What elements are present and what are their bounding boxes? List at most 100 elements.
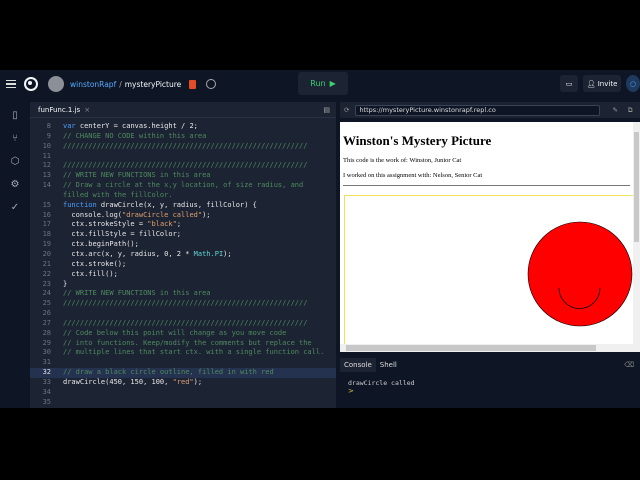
settings-icon[interactable]: ⚙	[11, 179, 20, 190]
line-number: 13	[42, 171, 51, 180]
search-button[interactable]: ○	[626, 75, 640, 92]
code-line[interactable]: 29 // into functions. Keep/modify the com…	[30, 339, 336, 349]
code-line[interactable]: 22 ctx.fill();	[30, 270, 336, 280]
author-text: This code is the work of: Winston, Junio…	[343, 157, 462, 164]
code-line[interactable]: 14 // Draw a circle at the x,y location, …	[30, 181, 336, 191]
code-token: "red"	[172, 377, 194, 386]
code-editor[interactable]: funFunc.1.js × ▤ 8 var centerY = canvas.he…	[30, 102, 336, 408]
line-number: 34	[42, 387, 51, 396]
code-line[interactable]: 11	[30, 152, 336, 162]
replit-logo[interactable]	[24, 77, 38, 91]
code-line[interactable]: filled with the fillColor.	[30, 191, 336, 201]
canvas-svg	[527, 221, 633, 327]
invite-button[interactable]: 👤︎ Invite	[583, 75, 621, 92]
search-icon: ○	[629, 79, 637, 88]
open-new-tab-icon[interactable]: ⧉	[628, 106, 633, 115]
code-token: // WRITE NEW FUNCTIONS in this area	[63, 289, 211, 298]
code-token: ctx.fill();	[63, 269, 118, 278]
code-line[interactable]: 28 // Code below this point will change a…	[30, 329, 336, 339]
webview: Winston's Mystery Picture This code is t…	[340, 122, 640, 352]
code-line[interactable]: 16 console.log("drawCircle called");	[30, 211, 336, 221]
code-token: filled with the fillColor.	[63, 190, 173, 199]
code-token: ;	[176, 220, 182, 229]
code-line[interactable]: 23}	[30, 280, 336, 290]
code-token: ////////////////////////////////////////…	[63, 161, 308, 170]
line-number: 27	[42, 318, 51, 327]
username-link[interactable]: winstonRapf	[70, 80, 116, 89]
console-prompt[interactable]: >	[348, 387, 354, 395]
code-lines[interactable]: 8 var centerY = canvas.height / 2; 9 // CHA…	[30, 122, 336, 407]
repl-name[interactable]: mysteryPicture	[125, 80, 182, 89]
code-line[interactable]: 13 // WRITE NEW FUNCTIONS in this area	[30, 171, 336, 181]
code-line[interactable]: 19 ctx.beginPath();	[30, 240, 336, 250]
clear-console-icon[interactable]: ⌫	[624, 361, 634, 369]
code-token: ////////////////////////////////////////…	[63, 299, 308, 308]
url-field[interactable]: https://mysteryPicture.winstonrapf.repl.…	[355, 104, 601, 116]
packages-icon[interactable]: ⬡	[11, 156, 20, 167]
code-token: );	[202, 210, 211, 219]
code-token: ctx.beginPath();	[63, 240, 139, 249]
refresh-icon[interactable]: ⟳	[344, 106, 349, 114]
console-output: drawCircle called	[348, 379, 415, 387]
line-number: 29	[42, 338, 51, 347]
menu-icon[interactable]	[6, 79, 16, 89]
files-icon[interactable]: ▯	[12, 110, 18, 121]
code-token: centerY = canvas.height / 2;	[75, 122, 198, 130]
code-line[interactable]: 27 //////////////////////////////////////…	[30, 319, 336, 329]
line-number: 35	[42, 397, 51, 406]
line-number: 8	[46, 122, 51, 130]
line-number: 32	[42, 368, 51, 377]
code-line[interactable]: 12 //////////////////////////////////////…	[30, 161, 336, 171]
console-panel: Console Shell ⌫ drawCircle called >	[340, 357, 640, 408]
code-line[interactable]: 31	[30, 358, 336, 368]
code-line[interactable]: 21 ctx.stroke();	[30, 260, 336, 270]
chat-button[interactable]: ▭	[560, 75, 578, 92]
tab-funfunc[interactable]: funFunc.1.js ×	[34, 106, 94, 114]
line-number: 23	[42, 279, 51, 288]
code-token: ctx.fillStyle = fillColor;	[63, 230, 182, 239]
replit-workspace: winstonRapf / mysteryPicture Run ▶ ▭ 👤︎ I…	[0, 70, 640, 408]
code-token: ctx.stroke();	[63, 259, 127, 268]
code-line[interactable]: 25 //////////////////////////////////////…	[30, 299, 336, 309]
code-line[interactable]: 15 function drawCircle(x, y, radius, fill…	[30, 201, 336, 211]
html5-icon	[189, 79, 197, 89]
tab-shell[interactable]: Shell	[376, 358, 401, 372]
code-line[interactable]: 35	[30, 398, 336, 408]
code-line[interactable]: 17 ctx.strokeStyle = "black";	[30, 220, 336, 230]
code-line[interactable]: 10 //////////////////////////////////////…	[30, 142, 336, 152]
version-control-icon[interactable]: ⑂	[12, 133, 18, 144]
code-line[interactable]: 26	[30, 309, 336, 319]
vertical-scrollbar[interactable]	[633, 122, 640, 352]
editor-options-icon[interactable]: ▤	[323, 106, 330, 114]
code-line[interactable]: 8 var centerY = canvas.height / 2;	[30, 122, 336, 132]
line-number: 28	[42, 328, 51, 337]
run-button[interactable]: Run ▶	[298, 72, 348, 95]
line-number: 20	[42, 249, 51, 258]
code-line[interactable]: 32 // draw a black circle outline, filled…	[30, 368, 336, 378]
line-number: 16	[42, 210, 51, 219]
divider	[343, 185, 630, 186]
code-token: }	[63, 279, 68, 288]
code-line[interactable]: 30 // multiple lines that start ctx. with…	[30, 348, 336, 358]
code-line[interactable]: 20 ctx.arc(x, y, radius, 0, 2 * Math.PI)…	[30, 250, 336, 260]
line-number: 33	[42, 377, 51, 386]
breadcrumb-separator: /	[119, 79, 122, 89]
line-number: 30	[42, 348, 51, 357]
code-line[interactable]: 9 // CHANGE NO CODE within this area	[30, 132, 336, 142]
history-icon[interactable]	[206, 79, 217, 89]
code-token: // multiple lines that start ctx. with a…	[63, 348, 325, 357]
avatar[interactable]	[48, 76, 64, 92]
check-icon[interactable]: ✓	[11, 202, 19, 213]
chat-icon: ▭	[565, 79, 573, 88]
code-line[interactable]: 24 // WRITE NEW FUNCTIONS in this area	[30, 289, 336, 299]
edit-icon[interactable]: ✎	[612, 106, 617, 114]
horizontal-scrollbar[interactable]	[340, 344, 633, 352]
line-number	[30, 191, 51, 201]
close-tab-icon[interactable]: ×	[84, 106, 90, 114]
code-line[interactable]: 34	[30, 388, 336, 398]
code-line[interactable]: 18 ctx.fillStyle = fillColor;	[30, 230, 336, 240]
tab-console[interactable]: Console	[340, 358, 376, 372]
line-number: 22	[42, 269, 51, 278]
line-number: 15	[42, 200, 51, 209]
code-line[interactable]: 33 drawCircle(450, 150, 100, "red");	[30, 378, 336, 388]
